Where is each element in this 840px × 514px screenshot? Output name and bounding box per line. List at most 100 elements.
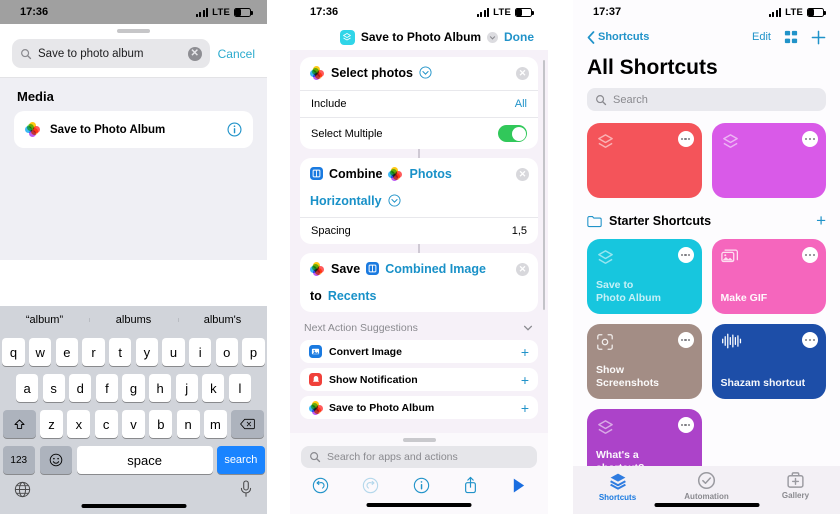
back-button[interactable]: Shortcuts bbox=[587, 30, 649, 44]
key-w[interactable]: w bbox=[29, 338, 52, 366]
add-action-button[interactable]: + bbox=[521, 372, 529, 388]
backspace-icon[interactable] bbox=[231, 410, 265, 438]
play-icon[interactable] bbox=[511, 477, 526, 494]
key-j[interactable]: j bbox=[175, 374, 198, 402]
search-input[interactable]: Save to photo album ✕ bbox=[12, 39, 210, 68]
key-z[interactable]: z bbox=[40, 410, 63, 438]
globe-icon[interactable] bbox=[14, 481, 31, 498]
key-c[interactable]: c bbox=[94, 410, 118, 438]
key-r[interactable]: r bbox=[82, 338, 105, 366]
key-g[interactable]: g bbox=[122, 374, 145, 402]
prediction-2[interactable]: album's bbox=[178, 314, 267, 326]
action-param-row[interactable]: Select Multiple bbox=[300, 117, 538, 149]
info-icon[interactable] bbox=[227, 122, 242, 137]
chevron-circle-icon[interactable] bbox=[388, 194, 401, 207]
key-v[interactable]: v bbox=[122, 410, 145, 438]
key-i[interactable]: i bbox=[189, 338, 212, 366]
key-p[interactable]: p bbox=[242, 338, 265, 366]
action-param-row[interactable]: Include All bbox=[300, 90, 538, 117]
tab-automation[interactable]: Automation bbox=[662, 471, 751, 502]
key-s[interactable]: s bbox=[42, 374, 65, 402]
more-icon[interactable] bbox=[677, 247, 694, 263]
key-m[interactable]: m bbox=[204, 410, 227, 438]
chevron-down-icon[interactable] bbox=[522, 322, 534, 334]
close-icon[interactable]: ✕ bbox=[516, 168, 529, 181]
action-variable[interactable]: Horizontally bbox=[310, 194, 382, 208]
key-a[interactable]: a bbox=[16, 374, 39, 402]
more-icon[interactable] bbox=[677, 131, 694, 147]
search-key[interactable]: search bbox=[217, 446, 265, 474]
undo-icon[interactable] bbox=[312, 477, 329, 494]
close-icon[interactable]: ✕ bbox=[516, 263, 529, 276]
emoji-icon[interactable] bbox=[39, 446, 73, 474]
grid-view-icon[interactable] bbox=[784, 30, 798, 44]
sheet-grabber[interactable] bbox=[117, 29, 150, 33]
action-variable[interactable]: Recents bbox=[328, 289, 377, 303]
key-u[interactable]: u bbox=[162, 338, 185, 366]
shortcut-tile[interactable]: Shazam shortcut bbox=[711, 324, 826, 399]
prediction-0[interactable]: “album” bbox=[0, 314, 89, 326]
key-n[interactable]: n bbox=[176, 410, 200, 438]
add-action-button[interactable]: + bbox=[521, 344, 529, 360]
key-e[interactable]: e bbox=[55, 338, 78, 366]
action-param-row[interactable]: Spacing 1,5 bbox=[300, 217, 538, 244]
key-q[interactable]: q bbox=[2, 338, 25, 366]
chevron-circle-icon[interactable] bbox=[419, 66, 432, 79]
shift-icon[interactable] bbox=[2, 410, 36, 438]
scrollbar[interactable] bbox=[542, 60, 545, 310]
key-d[interactable]: d bbox=[69, 374, 92, 402]
select-multiple-toggle[interactable] bbox=[498, 125, 527, 142]
add-shortcut-button[interactable] bbox=[811, 30, 826, 45]
more-icon[interactable] bbox=[677, 417, 694, 433]
key-b[interactable]: b bbox=[149, 410, 173, 438]
add-to-folder-button[interactable]: + bbox=[816, 211, 826, 231]
key-t[interactable]: t bbox=[109, 338, 132, 366]
action-variable[interactable]: Photos bbox=[409, 167, 451, 181]
suggestion-item[interactable]: Save to Photo Album + bbox=[300, 396, 538, 419]
shortcut-tile[interactable]: Make GIF bbox=[711, 239, 826, 314]
tab-shortcuts[interactable]: Shortcuts bbox=[573, 471, 662, 502]
key-h[interactable]: h bbox=[149, 374, 172, 402]
prediction-1[interactable]: albums bbox=[89, 314, 178, 326]
action-search-input[interactable]: Search for apps and actions bbox=[301, 446, 537, 468]
shortcut-title-button[interactable]: Save to Photo Album bbox=[339, 29, 499, 45]
action-card[interactable]: Combine Photos Horizontally ✕ Spacing 1,… bbox=[300, 158, 538, 244]
done-button[interactable]: Done bbox=[504, 30, 534, 44]
action-card[interactable]: Select photos ✕ Include All Select Multi… bbox=[300, 57, 538, 149]
key-f[interactable]: f bbox=[95, 374, 118, 402]
status-bar: 17:36 LTE bbox=[290, 0, 548, 24]
key-x[interactable]: x bbox=[67, 410, 91, 438]
info-icon[interactable] bbox=[413, 477, 430, 494]
close-icon[interactable]: ✕ bbox=[516, 67, 529, 80]
key-k[interactable]: k bbox=[202, 374, 225, 402]
suggestions-header[interactable]: Next Action Suggestions bbox=[300, 312, 538, 340]
search-result-item[interactable]: Save to Photo Album bbox=[14, 111, 253, 148]
more-icon[interactable] bbox=[802, 332, 818, 348]
shortcut-tile[interactable]: Show Screenshots bbox=[587, 324, 702, 399]
key-l[interactable]: l bbox=[228, 374, 251, 402]
space-key[interactable]: space bbox=[76, 446, 213, 474]
folder-header[interactable]: Starter Shortcuts + bbox=[573, 198, 840, 239]
more-icon[interactable] bbox=[802, 247, 818, 263]
more-icon[interactable] bbox=[802, 131, 818, 147]
suggestion-item[interactable]: Convert Image + bbox=[300, 340, 538, 363]
sheet-grabber[interactable] bbox=[402, 438, 436, 442]
action-card[interactable]: Save Combined Image to Recents ✕ bbox=[300, 253, 538, 312]
cancel-button[interactable]: Cancel bbox=[218, 47, 255, 61]
key-o[interactable]: o bbox=[215, 338, 238, 366]
suggestion-item[interactable]: Show Notification + bbox=[300, 368, 538, 391]
add-action-button[interactable]: + bbox=[521, 400, 529, 416]
shortcut-tile[interactable]: Save to Photo Album bbox=[587, 239, 702, 314]
share-icon[interactable] bbox=[463, 476, 478, 494]
more-icon[interactable] bbox=[677, 332, 694, 348]
numeric-key[interactable]: 123 bbox=[2, 446, 36, 474]
shortcut-tile[interactable] bbox=[711, 123, 826, 198]
edit-button[interactable]: Edit bbox=[752, 31, 771, 43]
tab-gallery[interactable]: Gallery bbox=[751, 471, 840, 502]
shortcut-tile[interactable] bbox=[587, 123, 702, 198]
action-variable[interactable]: Combined Image bbox=[385, 262, 486, 276]
key-y[interactable]: y bbox=[135, 338, 158, 366]
microphone-icon[interactable] bbox=[239, 480, 253, 498]
shortcuts-search-input[interactable]: Search bbox=[587, 88, 826, 111]
clear-icon[interactable]: ✕ bbox=[187, 46, 202, 61]
